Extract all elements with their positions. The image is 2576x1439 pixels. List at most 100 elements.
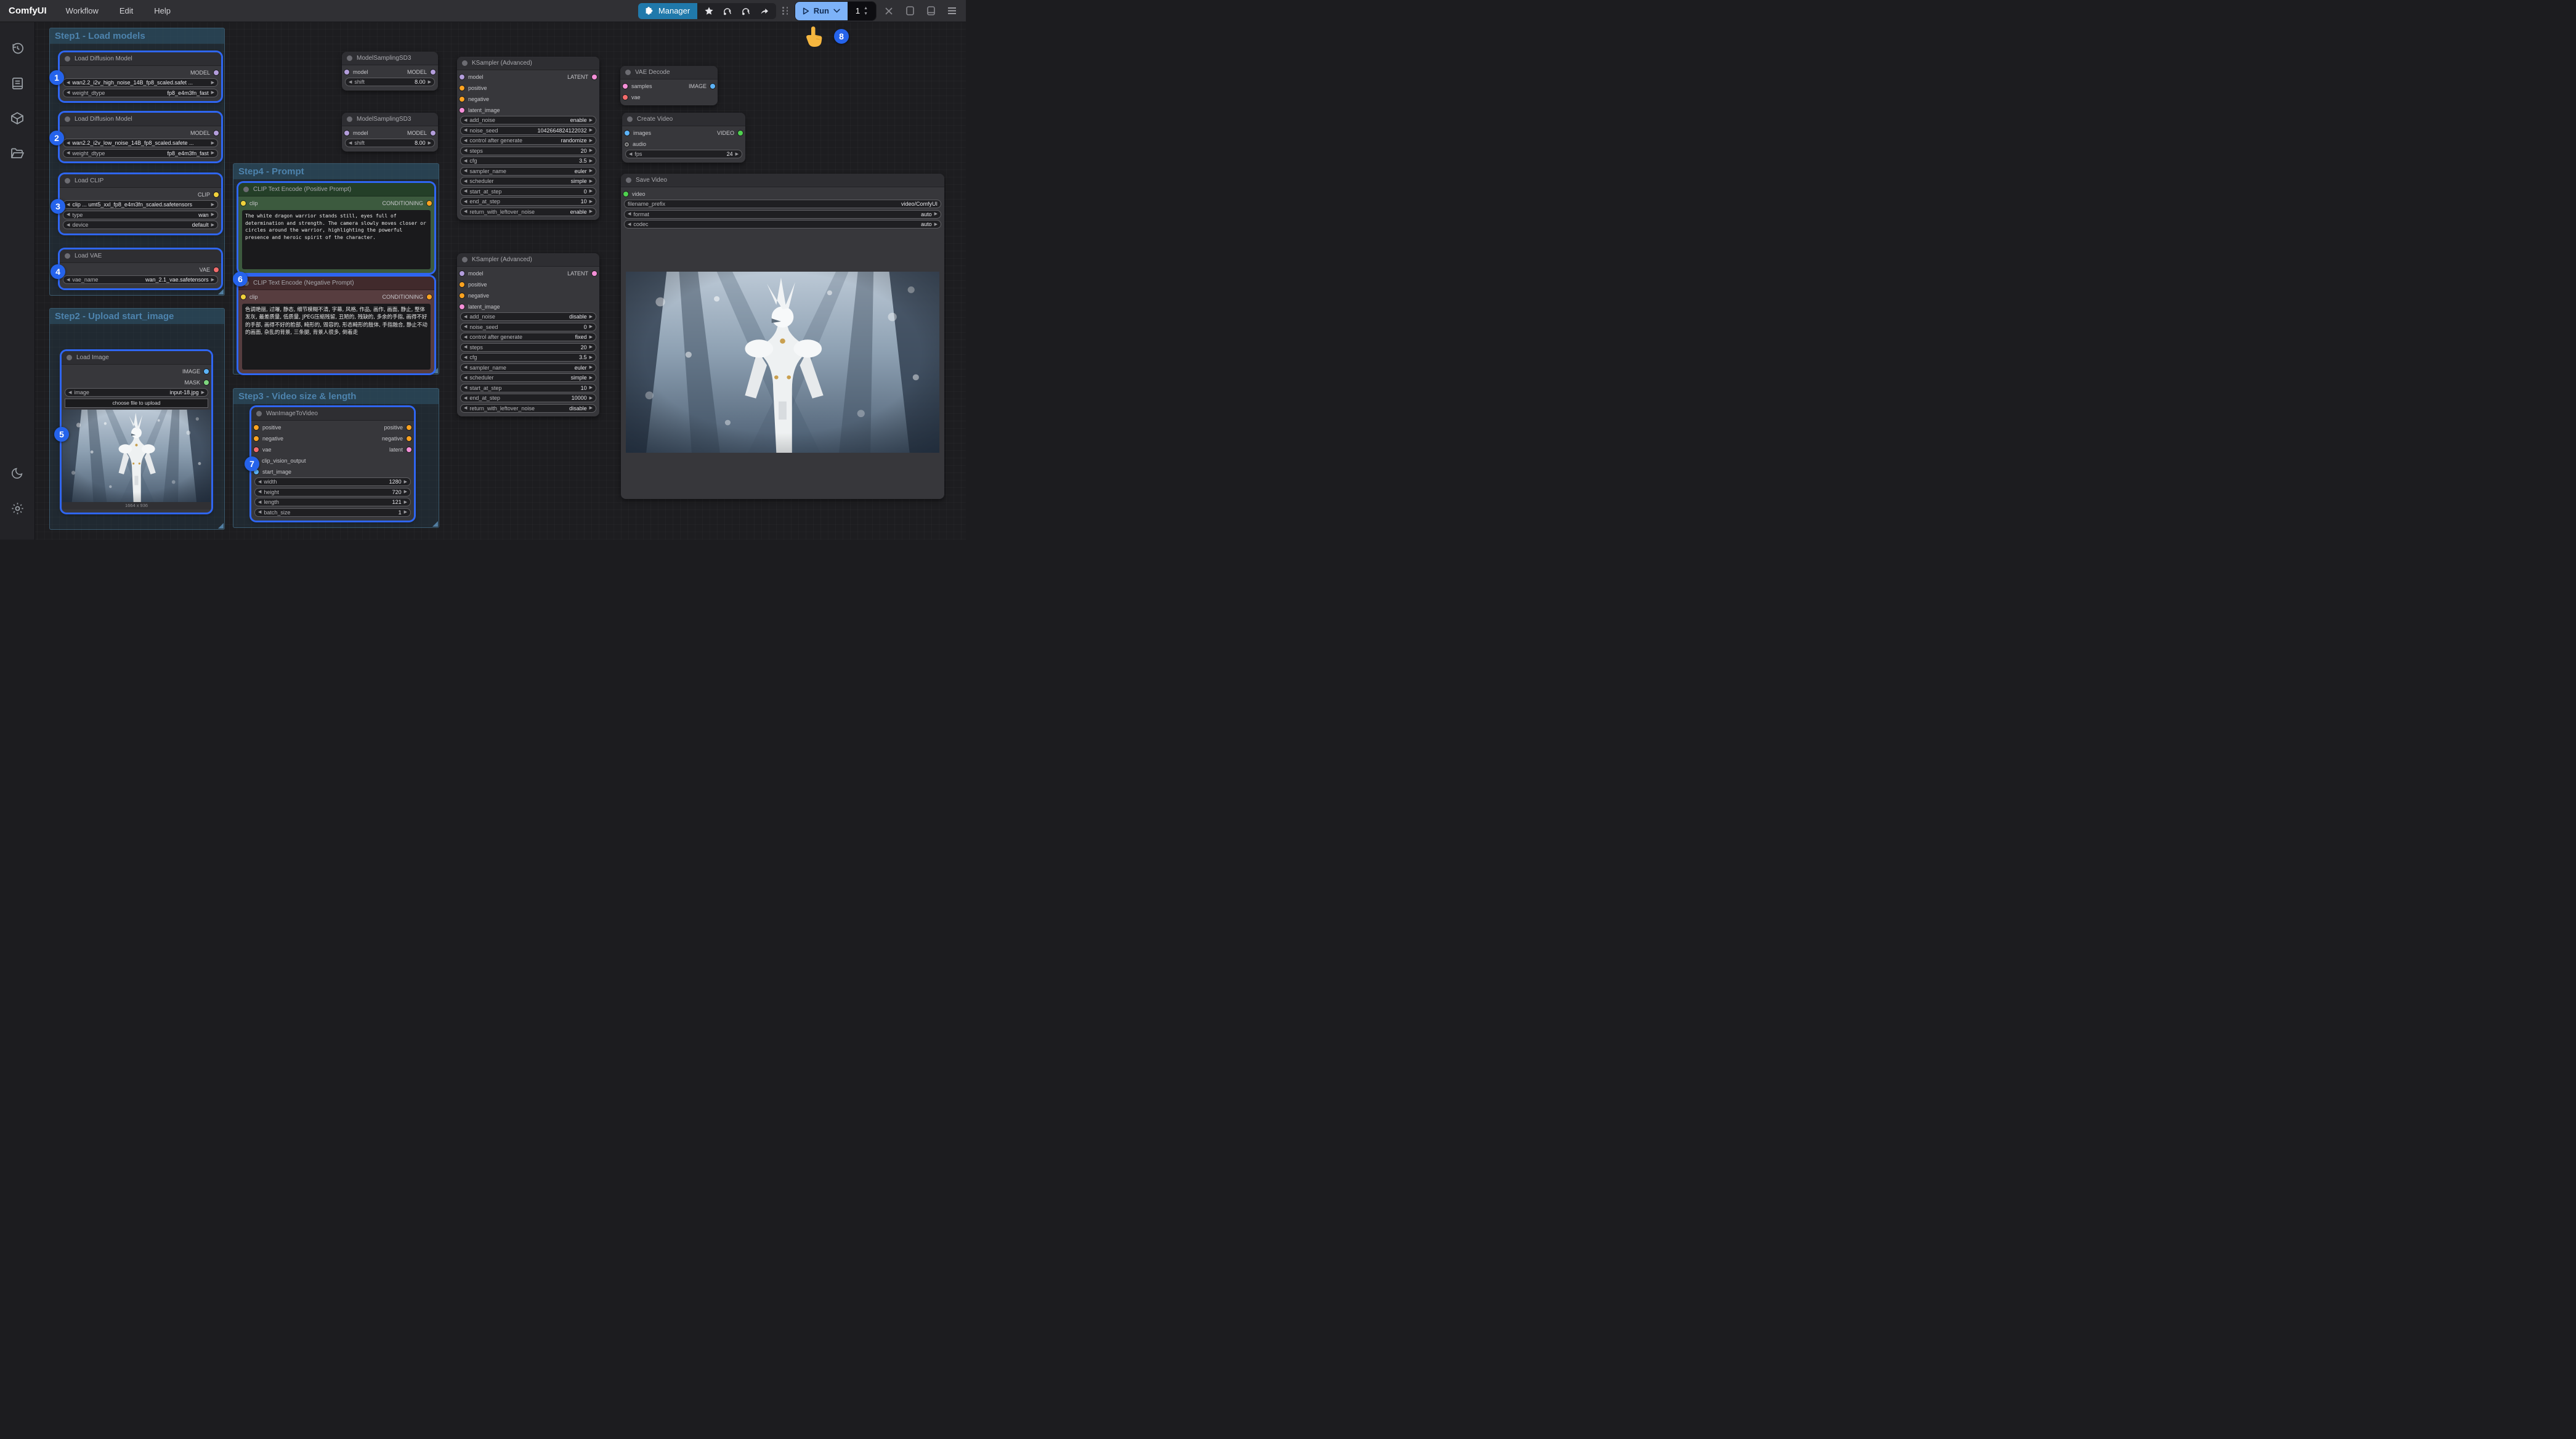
decrement-arrow-icon[interactable]: ◀ [629, 152, 632, 156]
decrement-arrow-icon[interactable]: ◀ [67, 203, 70, 207]
input-port-latent-image[interactable] [460, 108, 464, 113]
collapse-dot[interactable] [462, 257, 468, 262]
increment-arrow-icon[interactable]: ▶ [589, 128, 593, 132]
input-port-negative[interactable] [254, 436, 259, 441]
upload-button[interactable]: choose file to upload [65, 398, 208, 408]
output-port-model[interactable] [214, 70, 219, 75]
node-load-diffusion-model[interactable]: Load Diffusion Model MODEL ◀ wan2.2_i2v_hig… [60, 52, 221, 101]
decrement-arrow-icon[interactable]: ◀ [464, 200, 467, 204]
increment-arrow-icon[interactable]: ▶ [211, 151, 214, 155]
collapse-dot[interactable] [67, 355, 72, 360]
menu-edit[interactable]: Edit [109, 6, 144, 15]
decrement-arrow-icon[interactable]: ◀ [67, 141, 70, 145]
increment-arrow-icon[interactable]: ▶ [404, 490, 407, 494]
increment-arrow-icon[interactable]: ▶ [589, 169, 593, 173]
clear-history-icon[interactable] [737, 4, 755, 18]
decrement-arrow-icon[interactable]: ◀ [464, 128, 467, 132]
output-port-model[interactable] [431, 70, 435, 75]
collapse-dot[interactable] [65, 253, 70, 259]
output-port-positive[interactable] [407, 425, 411, 430]
node-modelsamplingsd3[interactable]: ModelSamplingSD3 model MODEL ◀ shift 8.00 ▶ [342, 113, 438, 152]
decrement-arrow-icon[interactable]: ◀ [464, 169, 467, 173]
decrement-arrow-icon[interactable]: ◀ [464, 325, 467, 329]
input-port-model[interactable] [460, 75, 464, 79]
prompt-textarea[interactable]: 色调艳丽, 过曝, 静态, 细节模糊不清, 字幕, 风格, 作品, 画作, 画面… [242, 304, 431, 370]
increment-arrow-icon[interactable]: ▶ [211, 141, 214, 145]
node-ksampler-advanced[interactable]: KSampler (Advanced) model LATENT positive ne… [457, 253, 599, 416]
output-port-latent[interactable] [592, 271, 597, 276]
increment-arrow-icon[interactable]: ▶ [404, 500, 407, 505]
bottom-panel-icon[interactable] [923, 3, 939, 19]
settings-icon[interactable] [5, 496, 30, 521]
widget-noise-seed[interactable]: ◀ noise_seed 0 ▶ [460, 322, 596, 331]
decrement-arrow-icon[interactable]: ◀ [464, 335, 467, 339]
widget-batch-size[interactable]: ◀ batch_size 1 ▶ [254, 508, 411, 517]
increment-arrow-icon[interactable]: ▶ [589, 355, 593, 360]
star-icon[interactable] [700, 4, 718, 18]
output-port-video[interactable] [738, 131, 743, 136]
widget-combo[interactable]: ◀ wan2.2_i2v_low_noise_14B_fp8_scaled.saf… [63, 139, 218, 147]
increment-arrow-icon[interactable]: ▶ [404, 480, 407, 484]
decrement-arrow-icon[interactable]: ◀ [349, 80, 352, 84]
output-port-vae[interactable] [214, 267, 219, 272]
theme-toggle-icon[interactable] [5, 461, 30, 485]
widget-type[interactable]: ◀ type wan ▶ [63, 210, 218, 219]
collapse-dot[interactable] [347, 55, 352, 61]
decrement-arrow-icon[interactable]: ◀ [464, 396, 467, 400]
increment-arrow-icon[interactable]: ▶ [211, 91, 214, 95]
increment-arrow-icon[interactable]: ▶ [404, 510, 407, 514]
manager-button[interactable]: Manager [638, 2, 698, 19]
input-port-clip[interactable] [241, 294, 246, 299]
output-port-image[interactable] [204, 369, 209, 374]
input-port-vae[interactable] [254, 447, 259, 452]
widget-combo[interactable]: ◀ clip ... umt5_xxl_fp8_e4m3fn_scaled.saf… [63, 200, 218, 209]
widget-scheduler[interactable]: ◀ scheduler simple ▶ [460, 177, 596, 185]
input-port-latent-image[interactable] [460, 304, 464, 309]
close-icon[interactable] [881, 3, 897, 19]
increment-arrow-icon[interactable]: ▶ [211, 278, 214, 282]
decrement-arrow-icon[interactable]: ◀ [464, 345, 467, 349]
node-vae-decode[interactable]: VAE Decode samples IMAGE vae [620, 66, 718, 105]
decrement-arrow-icon[interactable]: ◀ [464, 139, 467, 143]
increment-arrow-icon[interactable]: ▶ [589, 189, 593, 193]
widget-return-with-leftover-noise[interactable]: ◀ return_with_leftover_noise disable ▶ [460, 403, 596, 413]
stepper-down-icon[interactable]: ▼ [864, 12, 868, 16]
output-port-conditioning[interactable] [427, 294, 432, 299]
decrement-arrow-icon[interactable]: ◀ [349, 141, 352, 145]
increment-arrow-icon[interactable]: ▶ [589, 179, 593, 184]
input-port-positive[interactable] [254, 425, 259, 430]
collapse-dot[interactable] [627, 116, 633, 122]
share-icon[interactable] [755, 4, 774, 18]
node-load-image[interactable]: Load Image IMAGE MASK ◀ image input-18.jpg ▶ ch… [62, 351, 211, 513]
node-clip-text-encode-negative-prompt[interactable]: CLIP Text Encode (Negative Prompt) clip CO… [238, 277, 434, 373]
increment-arrow-icon[interactable]: ▶ [211, 203, 214, 207]
increment-arrow-icon[interactable]: ▶ [589, 335, 593, 339]
decrement-arrow-icon[interactable]: ◀ [67, 151, 70, 155]
collapse-dot[interactable] [347, 116, 352, 122]
decrement-arrow-icon[interactable]: ◀ [258, 510, 261, 514]
decrement-arrow-icon[interactable]: ◀ [464, 148, 467, 153]
collapse-dot[interactable] [462, 60, 468, 66]
increment-arrow-icon[interactable]: ▶ [589, 148, 593, 153]
widget-cfg[interactable]: ◀ cfg 3.5 ▶ [460, 353, 596, 362]
increment-arrow-icon[interactable]: ▶ [589, 325, 593, 329]
output-port-model[interactable] [431, 131, 435, 136]
decrement-arrow-icon[interactable]: ◀ [464, 179, 467, 184]
increment-arrow-icon[interactable]: ▶ [589, 386, 593, 390]
input-port-video[interactable] [623, 192, 628, 197]
decrement-arrow-icon[interactable]: ◀ [464, 406, 467, 410]
node-wanimagetovideo[interactable]: WanImageToVideo positive positive negative n… [251, 407, 414, 521]
input-port-negative[interactable] [460, 97, 464, 102]
input-port-clip[interactable] [241, 201, 246, 206]
decrement-arrow-icon[interactable]: ◀ [464, 386, 467, 390]
increment-arrow-icon[interactable]: ▶ [934, 222, 938, 227]
decrement-arrow-icon[interactable]: ◀ [464, 118, 467, 123]
widget-steps[interactable]: ◀ steps 20 ▶ [460, 343, 596, 352]
decrement-arrow-icon[interactable]: ◀ [258, 500, 261, 505]
decrement-arrow-icon[interactable]: ◀ [258, 480, 261, 484]
input-port-positive[interactable] [460, 282, 464, 287]
widget-noise-seed[interactable]: ◀ noise_seed 1042664824122032 ▶ [460, 126, 596, 135]
decrement-arrow-icon[interactable]: ◀ [464, 159, 467, 163]
increment-arrow-icon[interactable]: ▶ [589, 139, 593, 143]
widget-end-at-step[interactable]: ◀ end_at_step 10000 ▶ [460, 394, 596, 402]
